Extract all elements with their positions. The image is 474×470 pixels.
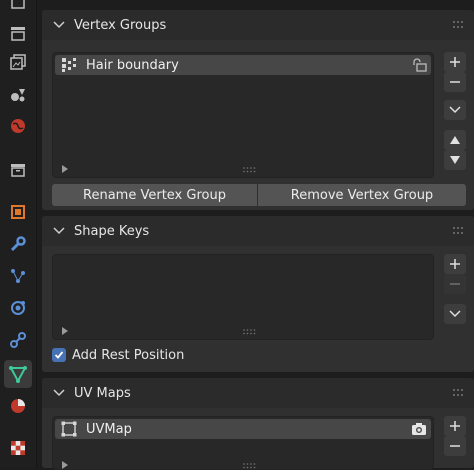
uv-map-name: UVMap: [86, 421, 132, 437]
tab-object-data[interactable]: [4, 360, 32, 388]
move-down-button[interactable]: [444, 150, 466, 170]
chevron-down-icon: [52, 224, 66, 238]
uv-maps-header[interactable]: UV Maps: [42, 378, 474, 408]
tab-constraints[interactable]: [4, 326, 32, 354]
camera-icon[interactable]: [410, 420, 428, 438]
uv-maps-panel: UV Maps UVMap: [42, 378, 474, 470]
tab-texture[interactable]: [4, 434, 32, 462]
checkmark-icon: [54, 351, 64, 359]
chevron-down-icon: [449, 106, 461, 114]
tab-world[interactable]: [4, 112, 32, 140]
object-data-icon: [9, 366, 27, 384]
plus-icon: [450, 57, 460, 67]
list-resize-grip-icon[interactable]: [243, 329, 257, 335]
rename-vertex-group-label: Rename Vertex Group: [83, 187, 226, 203]
remove-vertex-group-label: Remove Vertex Group: [290, 187, 434, 203]
vertex-group-list[interactable]: Hair boundary: [52, 52, 434, 178]
add-shape-key-button[interactable]: [444, 254, 466, 274]
tab-physics[interactable]: [4, 294, 32, 322]
tab-material[interactable]: [4, 392, 32, 420]
tool-icon: [11, 0, 25, 9]
minus-icon: [450, 81, 460, 83]
properties-tab-bar: [0, 0, 37, 468]
remove-vertex-group-wide-button[interactable]: Remove Vertex Group: [258, 184, 466, 206]
plus-icon: [450, 421, 460, 431]
list-resize-grip-icon[interactable]: [243, 463, 257, 469]
move-up-button[interactable]: [444, 130, 466, 150]
triangle-up-icon: [450, 136, 460, 144]
panel-title: Shape Keys: [74, 223, 150, 239]
drag-grip-icon[interactable]: [452, 388, 466, 398]
rename-vertex-group-button[interactable]: Rename Vertex Group: [52, 184, 257, 206]
plus-icon: [450, 259, 460, 269]
world-icon: [11, 119, 25, 133]
modifier-icon: [10, 236, 26, 252]
material-icon: [11, 399, 25, 413]
list-item[interactable]: UVMap: [55, 419, 431, 439]
tab-output[interactable]: [4, 20, 32, 48]
tab-modifiers[interactable]: [4, 230, 32, 258]
shape-keys-header[interactable]: Shape Keys: [42, 216, 474, 246]
vertex-group-icon: [60, 56, 78, 74]
vertex-group-name: Hair boundary: [86, 57, 179, 73]
chevron-down-icon: [52, 386, 66, 400]
list-resize-grip-icon[interactable]: [243, 167, 257, 173]
triangle-down-icon: [450, 156, 460, 164]
panel-title: Vertex Groups: [74, 17, 167, 33]
object-icon: [11, 205, 25, 219]
remove-uv-map-button[interactable]: [444, 436, 466, 456]
tab-object[interactable]: [4, 198, 32, 226]
drag-grip-icon[interactable]: [452, 226, 466, 236]
remove-shape-key-button[interactable]: [444, 274, 466, 294]
tab-scene[interactable]: [4, 80, 32, 108]
remove-vertex-group-button[interactable]: [444, 72, 466, 92]
shape-key-specials-button[interactable]: [444, 304, 466, 324]
add-rest-position-checkbox[interactable]: [52, 348, 66, 362]
minus-icon: [450, 445, 460, 447]
texture-icon: [11, 441, 25, 455]
tab-collection[interactable]: [4, 156, 32, 184]
output-icon: [11, 27, 25, 41]
chevron-down-icon: [52, 18, 66, 32]
tab-particles[interactable]: [4, 262, 32, 290]
chevron-down-icon: [449, 310, 461, 318]
vertex-groups-panel: Vertex Groups Hair boundary Rename Verte…: [42, 10, 474, 210]
add-rest-position-option[interactable]: Add Rest Position: [52, 345, 184, 365]
uv-map-list[interactable]: UVMap: [52, 416, 434, 470]
panel-title: UV Maps: [74, 385, 131, 401]
constraints-icon: [10, 332, 26, 348]
physics-icon: [11, 301, 25, 315]
view-layer-icon: [10, 54, 26, 70]
vertex-group-specials-button[interactable]: [444, 100, 466, 120]
properties-editor: Vertex Groups Hair boundary Rename Verte…: [42, 0, 474, 470]
tab-view-layer[interactable]: [4, 48, 32, 76]
collection-icon: [11, 164, 25, 177]
list-filter-toggle[interactable]: [62, 165, 68, 173]
add-uv-map-button[interactable]: [444, 416, 466, 436]
add-vertex-group-button[interactable]: [444, 52, 466, 72]
scene-icon: [11, 89, 25, 102]
shape-keys-panel: Shape Keys Add Rest Position: [42, 216, 474, 372]
list-filter-toggle[interactable]: [62, 327, 68, 335]
particles-icon: [11, 269, 25, 283]
drag-grip-icon[interactable]: [452, 20, 466, 30]
minus-icon: [450, 283, 460, 285]
uv-map-icon: [60, 420, 78, 438]
tab-tool[interactable]: [4, 0, 32, 16]
add-rest-position-label: Add Rest Position: [72, 347, 185, 363]
list-item[interactable]: Hair boundary: [55, 55, 431, 75]
vertex-groups-header[interactable]: Vertex Groups: [42, 10, 474, 40]
unlock-icon[interactable]: [410, 56, 428, 74]
shape-key-list[interactable]: [52, 254, 434, 340]
